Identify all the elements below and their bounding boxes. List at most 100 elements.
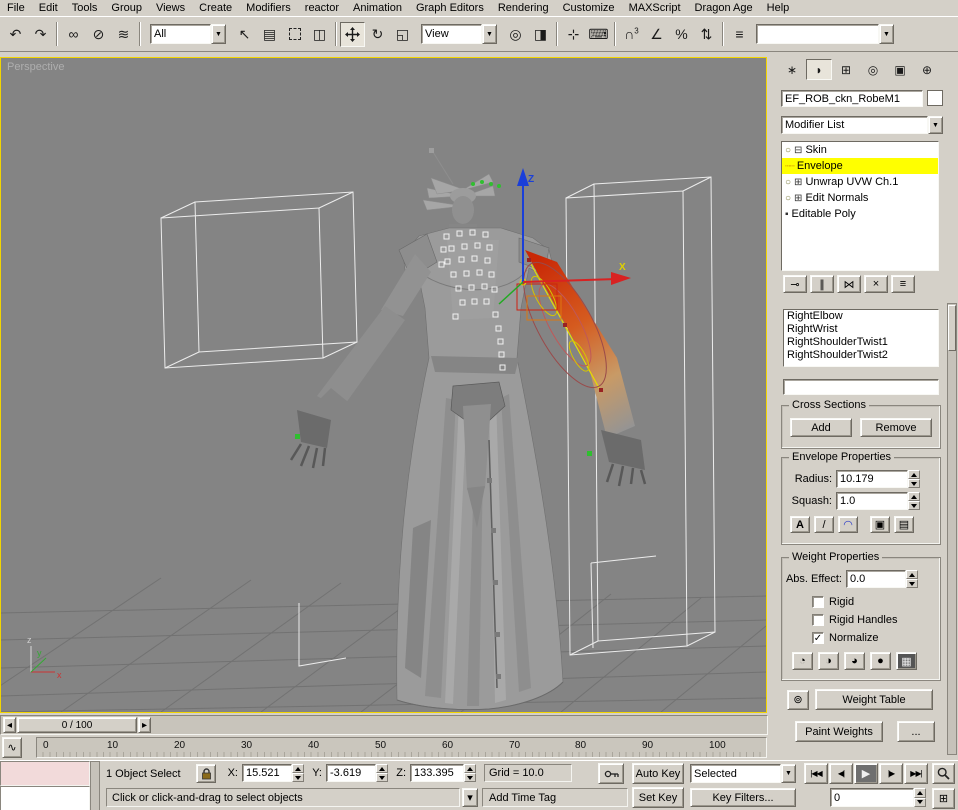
bone-item[interactable]: RightWrist <box>784 323 938 336</box>
modifier-list-arrow[interactable]: ▼ <box>928 116 943 134</box>
weight-tool-2-button[interactable]: ◑ <box>818 652 839 670</box>
weight-table-button[interactable]: Weight Table <box>815 689 933 710</box>
time-tag-area[interactable]: Add Time Tag <box>482 788 628 807</box>
y-coordinate-field[interactable]: -3.619 <box>326 764 376 782</box>
menu-animation[interactable]: Animation <box>346 1 409 15</box>
named-selection-arrow[interactable]: ▼ <box>879 24 894 44</box>
maximize-viewport-toggle[interactable]: ⊞ <box>932 788 955 809</box>
bone-list[interactable]: RightElbow RightWrist RightShoulderTwist… <box>783 309 939 367</box>
selection-lock-button[interactable] <box>196 764 216 783</box>
bone-filter-field[interactable] <box>783 379 939 395</box>
coordinate-system-arrow[interactable]: ▼ <box>482 24 497 44</box>
viewport-label[interactable]: Perspective <box>7 61 64 73</box>
stack-item-unwrap-uvw[interactable]: ○ ⊞ Unwrap UVW Ch.1 <box>782 174 938 190</box>
select-and-scale-button[interactable]: ◱ <box>390 22 415 47</box>
stack-item-edit-normals[interactable]: ○ ⊞ Edit Normals <box>782 190 938 206</box>
menu-help[interactable]: Help <box>760 1 797 15</box>
tab-motion[interactable]: ◎ <box>860 59 886 80</box>
weight-tool-4-button[interactable]: ● <box>870 652 891 670</box>
key-mode-dropdown[interactable]: Selected ▼ <box>690 764 796 783</box>
menu-group[interactable]: Group <box>104 1 149 15</box>
keyboard-shortcut-override-button[interactable]: ⌨ <box>586 22 611 47</box>
falloff-curve-button[interactable]: ◠ <box>838 516 858 533</box>
frame-spinner[interactable] <box>914 788 926 807</box>
time-slider-handle[interactable]: 0 / 100 <box>17 717 137 733</box>
menu-create[interactable]: Create <box>192 1 239 15</box>
select-object-button[interactable]: ↖ <box>232 22 257 47</box>
x-spinner[interactable] <box>292 764 304 782</box>
undo-button[interactable]: ↶ <box>3 22 28 47</box>
stack-item-editable-poly[interactable]: ▪ Editable Poly <box>782 206 938 222</box>
select-and-link-button[interactable]: ∞ <box>61 22 86 47</box>
paint-weights-button[interactable]: Paint Weights <box>795 721 883 742</box>
auto-key-button[interactable]: Auto Key <box>632 763 684 784</box>
weight-tool-1-button[interactable]: ◔ <box>792 652 813 670</box>
tab-utilities[interactable]: ⊕ <box>914 59 940 80</box>
key-mode-arrow[interactable]: ▼ <box>781 764 796 783</box>
maxscript-listener-pane[interactable] <box>0 786 90 810</box>
viewport-perspective[interactable]: Perspective <box>0 57 767 713</box>
spinner-snap-button[interactable]: ⇅ <box>694 22 719 47</box>
y-spinner[interactable] <box>376 764 388 782</box>
make-unique-button[interactable]: ⋈ <box>837 275 861 293</box>
object-color-swatch[interactable] <box>927 90 943 106</box>
squash-field[interactable]: 1.0 <box>836 492 908 510</box>
menu-views[interactable]: Views <box>149 1 192 15</box>
macro-recorder-pane[interactable] <box>0 761 90 786</box>
percent-snap-button[interactable]: % <box>669 22 694 47</box>
tab-modify[interactable]: ◗ <box>806 59 832 80</box>
absolute-effect-button[interactable]: A <box>790 516 810 533</box>
tab-create[interactable]: ∗ <box>779 59 805 80</box>
remove-modifier-button[interactable]: × <box>864 275 888 293</box>
bone-item[interactable]: RightShoulderTwist1 <box>784 336 938 349</box>
select-and-rotate-button[interactable]: ↻ <box>365 22 390 47</box>
edit-named-selections-button[interactable]: ≡ <box>727 22 752 47</box>
select-and-move-button[interactable] <box>340 22 365 47</box>
menu-customize[interactable]: Customize <box>556 1 622 15</box>
rectangular-selection-button[interactable] <box>282 22 307 47</box>
menu-reactor[interactable]: reactor <box>298 1 346 15</box>
pin-stack-button[interactable]: ⊸ <box>783 275 807 293</box>
stack-item-skin[interactable]: ○ ⊟ Skin <box>782 142 938 158</box>
mini-curve-editor-button[interactable]: ∿ <box>2 737 22 758</box>
cross-sections-title[interactable]: Cross Sections <box>789 399 869 411</box>
time-slider-prev-button[interactable]: ◂ <box>3 717 16 733</box>
select-and-manipulate-button[interactable]: ⊹ <box>561 22 586 47</box>
expand-icon[interactable]: ⊞ <box>794 177 802 188</box>
abs-effect-spinner[interactable] <box>906 570 918 588</box>
panel-scrollbar[interactable] <box>947 303 957 755</box>
select-by-name-button[interactable]: ▤ <box>257 22 282 47</box>
rigid-checkbox[interactable] <box>812 596 824 608</box>
paint-options-button[interactable]: ... <box>897 721 935 742</box>
stack-item-envelope[interactable]: ┄┄ Envelope <box>782 158 938 174</box>
bone-item[interactable]: RightElbow <box>784 310 938 323</box>
menu-maxscript[interactable]: MAXScript <box>622 1 688 15</box>
rigid-handles-checkbox[interactable] <box>812 614 824 626</box>
x-coordinate-field[interactable]: 15.521 <box>242 764 292 782</box>
show-end-result-button[interactable]: ∥ <box>810 275 834 293</box>
weight-tool-dialog-button[interactable]: ⊚ <box>787 690 809 710</box>
prompt-options-button[interactable]: ▾ <box>462 788 478 807</box>
exclude-vertices-button[interactable]: / <box>814 516 834 533</box>
listener-scrollbar[interactable] <box>90 761 100 810</box>
menu-dragon-age[interactable]: Dragon Age <box>688 1 760 15</box>
collapse-icon[interactable]: ⊟ <box>794 145 802 156</box>
radius-spinner[interactable] <box>908 470 920 488</box>
normalize-checkbox[interactable]: ✓ <box>812 632 824 644</box>
z-coordinate-field[interactable]: 133.395 <box>410 764 464 782</box>
menu-file[interactable]: File <box>0 1 32 15</box>
snap-toggle-button[interactable]: ∩3 <box>619 22 644 47</box>
time-slider-next-button[interactable]: ▸ <box>138 717 151 733</box>
previous-frame-button[interactable]: ◀| <box>829 763 853 784</box>
set-keys-button[interactable] <box>598 763 624 784</box>
abs-effect-field[interactable]: 0.0 <box>846 570 906 588</box>
tab-display[interactable]: ▣ <box>887 59 913 80</box>
use-pivot-center-button[interactable]: ◎ <box>503 22 528 47</box>
set-key-button[interactable]: Set Key <box>632 787 684 808</box>
current-frame-field[interactable]: 0 <box>830 788 914 807</box>
redo-button[interactable]: ↷ <box>28 22 53 47</box>
radius-field[interactable]: 10.179 <box>836 470 908 488</box>
menu-graph-editors[interactable]: Graph Editors <box>409 1 491 15</box>
weight-tool-3-button[interactable]: ◕ <box>844 652 865 670</box>
go-to-end-button[interactable]: ▶▶| <box>904 763 928 784</box>
